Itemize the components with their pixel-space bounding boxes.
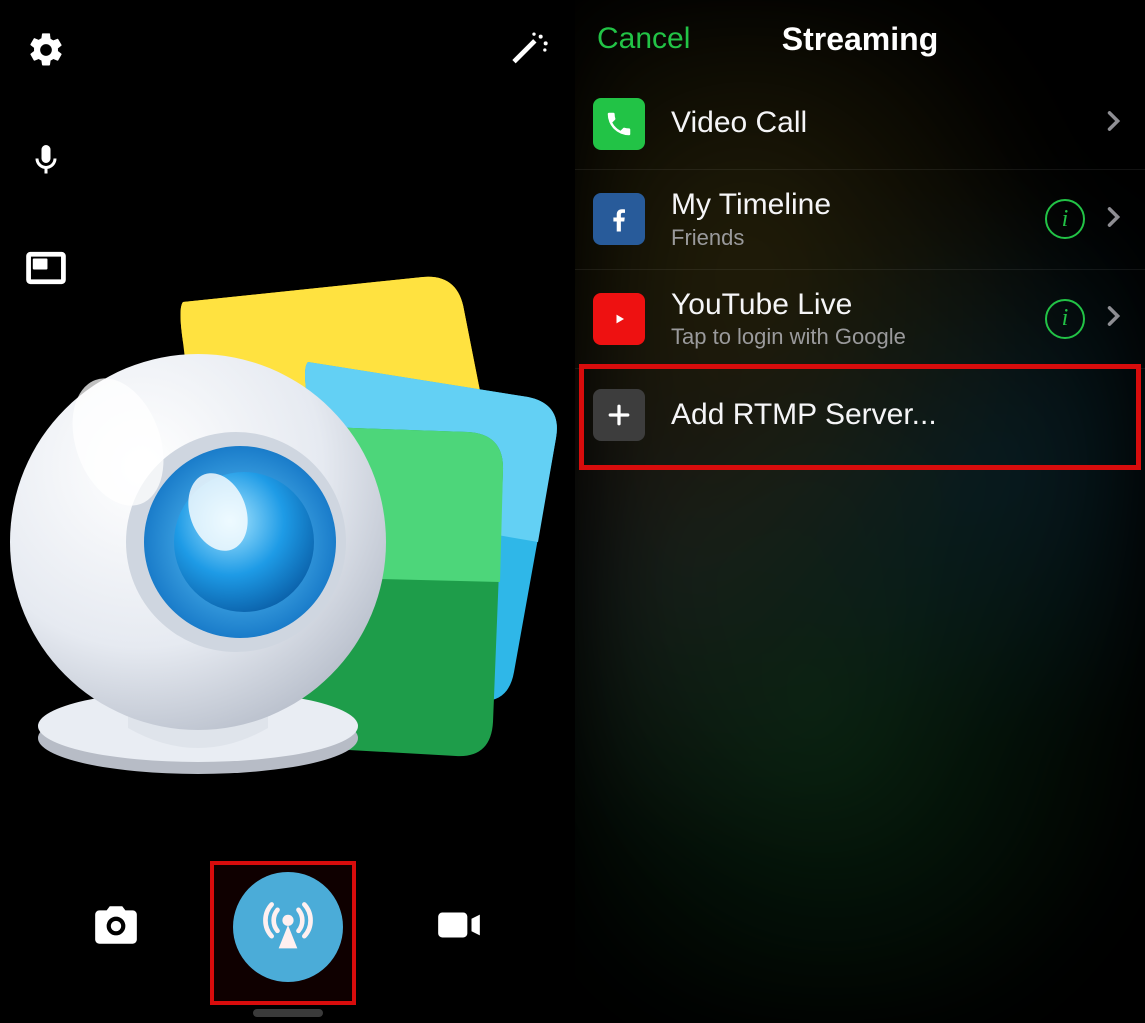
phone-icon bbox=[593, 98, 645, 150]
row-label: Video Call bbox=[671, 106, 1099, 141]
home-indicator bbox=[253, 1009, 323, 1017]
row-label: My Timeline bbox=[671, 188, 1045, 223]
manycam-logo-icon bbox=[8, 242, 568, 802]
facebook-icon bbox=[593, 193, 645, 245]
row-sublabel: Friends bbox=[671, 225, 1045, 251]
row-video-call[interactable]: Video Call bbox=[575, 78, 1145, 170]
photo-mode-button[interactable] bbox=[76, 887, 156, 967]
microphone-icon bbox=[28, 142, 64, 183]
chevron-right-icon bbox=[1099, 302, 1127, 335]
streaming-panel-screen: Cancel Streaming Video Call bbox=[575, 0, 1145, 1023]
row-label: Add RTMP Server... bbox=[671, 398, 1127, 433]
chevron-right-icon bbox=[1099, 203, 1127, 236]
camera-icon bbox=[91, 900, 141, 955]
info-button[interactable]: i bbox=[1045, 199, 1085, 239]
cancel-button[interactable]: Cancel bbox=[597, 0, 690, 78]
mode-selector bbox=[0, 857, 575, 997]
row-sublabel: Tap to login with Google bbox=[671, 324, 1045, 350]
row-add-rtmp[interactable]: Add RTMP Server... bbox=[575, 369, 1145, 461]
microphone-button[interactable] bbox=[22, 138, 70, 186]
streaming-destinations-list: Video Call My Timeline Friends i bbox=[575, 78, 1145, 461]
stream-mode-button[interactable] bbox=[233, 872, 343, 982]
magic-wand-icon bbox=[509, 30, 549, 75]
settings-button[interactable] bbox=[22, 28, 70, 76]
info-button[interactable]: i bbox=[1045, 299, 1085, 339]
nav-bar: Cancel Streaming bbox=[575, 0, 1145, 78]
camera-preview-screen bbox=[0, 0, 575, 1023]
gear-icon bbox=[26, 30, 66, 75]
broadcast-icon bbox=[260, 897, 316, 958]
video-icon bbox=[434, 900, 484, 955]
plus-icon bbox=[593, 389, 645, 441]
chevron-right-icon bbox=[1099, 107, 1127, 140]
row-label: YouTube Live bbox=[671, 288, 1045, 323]
effects-button[interactable] bbox=[505, 28, 553, 76]
video-mode-button[interactable] bbox=[419, 887, 499, 967]
panel-title: Streaming bbox=[782, 21, 938, 58]
youtube-icon bbox=[593, 293, 645, 345]
row-my-timeline[interactable]: My Timeline Friends i bbox=[575, 170, 1145, 270]
row-youtube-live[interactable]: YouTube Live Tap to login with Google i bbox=[575, 270, 1145, 370]
app-logo bbox=[0, 200, 575, 843]
